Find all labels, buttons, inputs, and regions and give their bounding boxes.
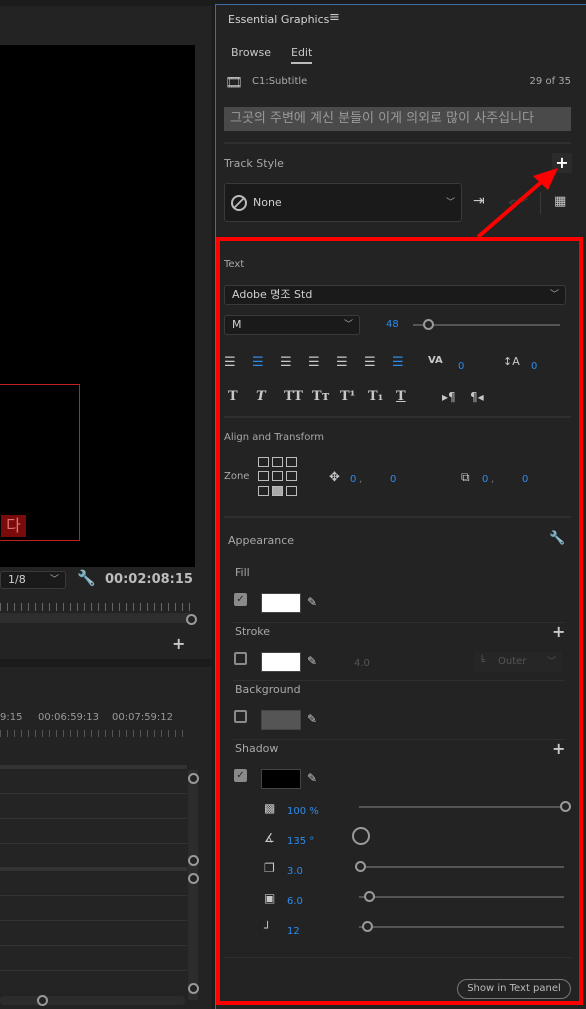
annotation-arrow	[476, 168, 558, 239]
